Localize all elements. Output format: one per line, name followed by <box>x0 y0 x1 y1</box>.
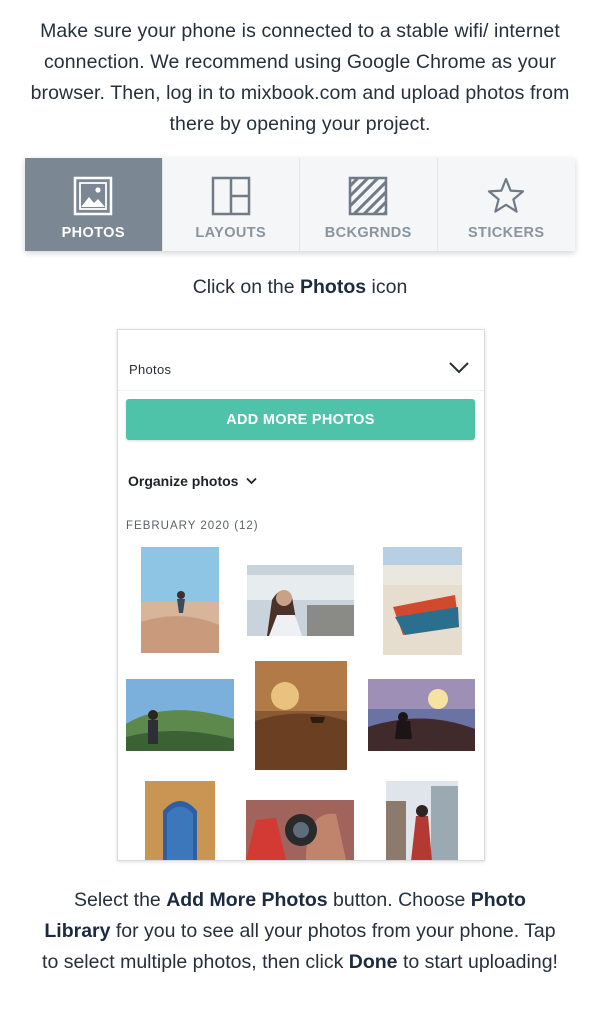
photo-thumbnail[interactable] <box>141 547 219 653</box>
photo-thumbnail[interactable] <box>368 679 475 751</box>
caption1-bold: Photos <box>300 276 367 298</box>
tab-label-layouts: LAYOUTS <box>195 225 267 241</box>
caption1-text-b: icon <box>366 276 408 298</box>
chevron-down-icon[interactable] <box>448 360 470 376</box>
intro-text: Make sure your phone is connected to a s… <box>30 20 570 135</box>
caption2-b1: Add More Photos <box>166 889 328 911</box>
tab-stickers[interactable]: STICKERS <box>438 158 576 251</box>
photo-thumbnail[interactable] <box>383 547 462 655</box>
photo-thumbnail[interactable] <box>126 679 234 751</box>
panel-title: Photos <box>129 362 172 377</box>
month-label: FEBRUARY 2020 <box>126 520 230 532</box>
caption2-t2: button. Choose <box>327 889 471 911</box>
tab-label-stickers: STICKERS <box>467 225 545 241</box>
chevron-down-icon <box>246 477 258 485</box>
photos-panel-screenshot: Photos ADD MORE PHOTOS Organize photos F… <box>117 329 485 861</box>
caption2-b3: Done <box>348 951 398 973</box>
organize-photos-label: Organize photos <box>128 473 239 489</box>
instruction-photos-icon: Click on the Photos icon <box>0 276 600 299</box>
layout-icon <box>210 175 252 217</box>
tab-label-photos: PHOTOS <box>61 225 125 241</box>
month-header: FEBRUARY 2020 (12) <box>126 520 259 532</box>
star-icon <box>485 175 527 217</box>
photo-thumbnail[interactable] <box>247 565 354 636</box>
photo-thumbnail[interactable] <box>145 781 215 860</box>
photo-thumbnail[interactable] <box>386 781 458 860</box>
instruction-add-photos: Select the Add More Photos button. Choos… <box>40 885 560 978</box>
tab-backgrounds[interactable]: BCKGRNDS <box>300 158 438 251</box>
background-icon <box>347 175 389 217</box>
tab-photos[interactable]: PHOTOS <box>25 158 163 251</box>
caption1-text-a: Click on the <box>192 276 300 298</box>
organize-photos-dropdown[interactable]: Organize photos <box>128 473 258 489</box>
tool-tab-bar: PHOTOS LAYOUTS BCKGRNDS STICKERS <box>25 158 575 251</box>
tab-layouts[interactable]: LAYOUTS <box>163 158 300 251</box>
photo-thumbnail[interactable] <box>255 661 347 770</box>
caption2-t4: to start uploading! <box>397 951 558 973</box>
tab-label-backgrounds: BCKGRNDS <box>324 225 412 241</box>
photo-count: (12) <box>234 520 259 532</box>
add-more-photos-button[interactable]: ADD MORE PHOTOS <box>126 399 475 440</box>
caption2-t1: Select the <box>74 889 167 911</box>
photo-thumbnail[interactable] <box>246 800 354 860</box>
photo-icon <box>72 175 114 217</box>
divider <box>118 390 484 391</box>
